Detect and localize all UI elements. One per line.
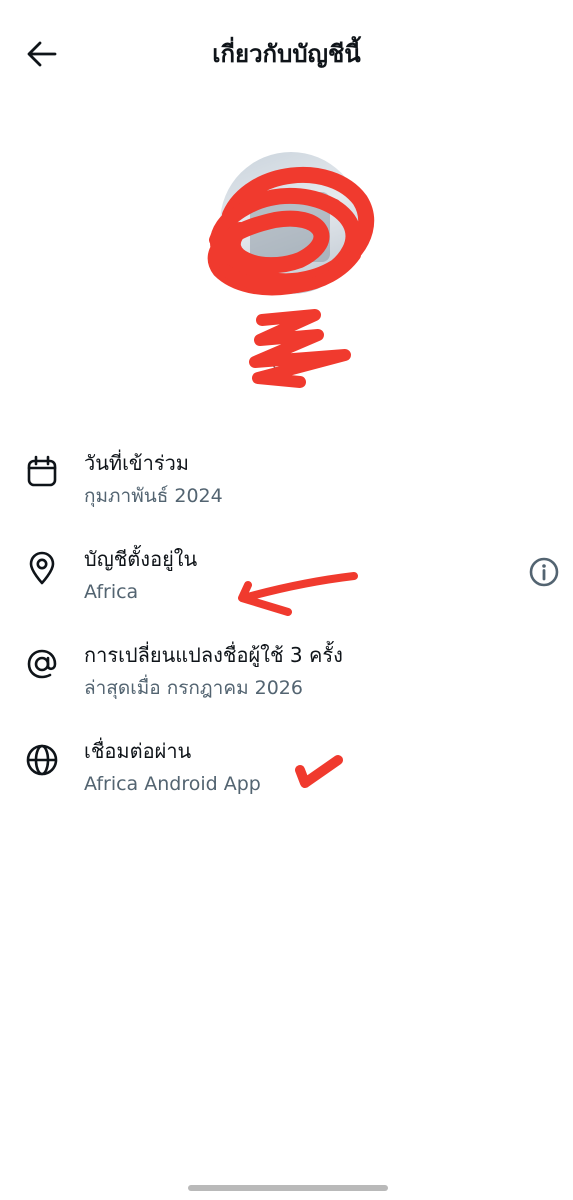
info-label: วันที่เข้าร่วม — [84, 451, 189, 475]
info-value: ล่าสุดเมื่อ กรกฎาคม 2026 — [84, 677, 303, 699]
location-info-button[interactable] — [524, 552, 564, 592]
username-handle: @K — [270, 350, 303, 372]
info-label: เชื่อมต่อผ่าน — [84, 739, 192, 763]
info-value: Africa — [84, 581, 139, 603]
calendar-icon — [27, 455, 57, 487]
info-row-location: บัญชีตั้งอยู่ใน Africa — [0, 536, 573, 632]
page-title: เกี่ยวกับบัญชีนี้ — [212, 40, 361, 68]
info-label: บัญชีตั้งอยู่ใน — [84, 547, 198, 571]
account-info-list: วันที่เข้าร่วม กุมภาพันธ์ 2024 บัญชีตั้ง… — [0, 440, 573, 824]
home-indicator-bar[interactable] — [188, 1185, 388, 1191]
location-pin-icon — [29, 551, 55, 585]
top-bar: เกี่ยวกับบัญชีนี้ — [0, 0, 573, 110]
info-row-joined: วันที่เข้าร่วม กุมภาพันธ์ 2024 — [0, 440, 573, 536]
globe-icon — [26, 744, 58, 776]
at-sign-icon — [27, 649, 57, 679]
info-row-connected-via: เชื่อมต่อผ่าน Africa Android App — [0, 728, 573, 824]
info-value: Africa Android App — [84, 773, 261, 795]
avatar-photo — [250, 192, 330, 262]
info-icon — [529, 557, 559, 587]
info-row-username-changes: การเปลี่ยนแปลงชื่อผู้ใช้ 3 ครั้ง ล่าสุดเ… — [0, 632, 573, 728]
profile-section: @K — [0, 140, 573, 400]
avatar[interactable] — [220, 152, 362, 294]
info-label: การเปลี่ยนแปลงชื่อผู้ใช้ 3 ครั้ง — [84, 643, 343, 667]
info-value: กุมภาพันธ์ 2024 — [84, 485, 223, 507]
